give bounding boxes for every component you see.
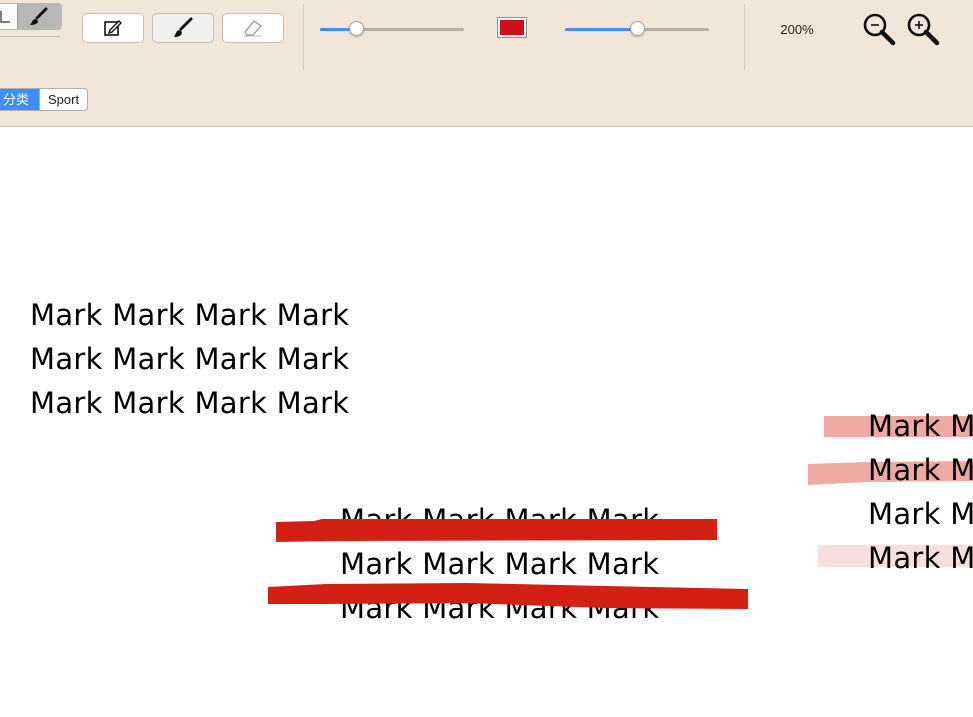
slider-knob[interactable] <box>349 21 365 36</box>
segment-divider <box>17 4 18 29</box>
opacity-slider[interactable] <box>565 19 709 39</box>
mode-segmented-control[interactable] <box>0 3 62 30</box>
toolbar-separator <box>744 4 745 70</box>
annotate-tool-button[interactable] <box>82 13 144 43</box>
document-canvas[interactable]: Mark Mark Mark Mark Mark Mark Mark Mark … <box>0 127 973 717</box>
text-line: Mark Mark Mark Mark <box>30 386 350 420</box>
brush-tool-button[interactable] <box>152 13 214 43</box>
zoom-level-label: 200% <box>780 22 814 37</box>
zoom-out-button[interactable] <box>861 11 897 47</box>
brush-size-slider[interactable] <box>320 19 464 39</box>
brush-icon <box>174 17 193 37</box>
slider-fill <box>565 28 639 31</box>
text-line: Mark M <box>868 541 973 575</box>
text-line: Mark M <box>868 497 973 531</box>
text-line: Mark Mark Mark Mark <box>30 342 350 376</box>
text-line: Mark Mark Mark Mark <box>340 547 660 581</box>
tag-category[interactable]: 分类 <box>0 89 41 110</box>
mode-underline <box>0 36 60 37</box>
toolbar: 200% 分类 Sport <box>0 0 973 127</box>
zoom-in-button[interactable] <box>905 11 941 47</box>
red-brush-stroke <box>276 519 717 542</box>
text-line: Mark Mark Mark Mark <box>30 298 350 332</box>
toolbar-separator <box>303 4 304 70</box>
eraser-icon <box>244 20 262 37</box>
tag-sport[interactable]: Sport <box>40 89 87 110</box>
text-line: Mark M <box>868 409 973 443</box>
slider-knob[interactable] <box>630 21 646 36</box>
zoom-in-icon <box>907 13 940 46</box>
red-brush-stroke <box>268 583 748 609</box>
color-swatch[interactable] <box>497 17 527 38</box>
brush-mode-icon <box>30 7 48 25</box>
tag-bar: 分类 Sport <box>0 88 89 111</box>
text-line: Mark M <box>868 453 973 487</box>
eraser-tool-button[interactable] <box>222 13 284 43</box>
pencil-mode-icon[interactable] <box>0 9 11 24</box>
zoom-out-icon <box>863 13 896 46</box>
edit-icon <box>104 20 122 36</box>
color-swatch-fill <box>500 20 524 35</box>
